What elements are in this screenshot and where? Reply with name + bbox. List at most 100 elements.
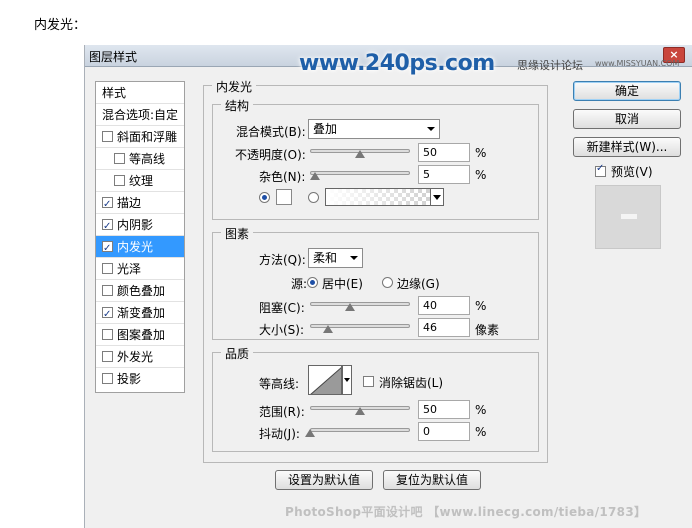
glow-color-swatch[interactable] xyxy=(276,189,292,205)
opacity-unit: % xyxy=(475,146,487,160)
checkbox[interactable] xyxy=(102,285,113,296)
style-item-inner-shadow[interactable]: 内阴影 xyxy=(96,214,184,238)
elements-group: 图素 方法(Q): 柔和 源: 居中(E) 边缘(G) 阻塞(C): 40 % … xyxy=(212,225,539,340)
contour-label: 等高线: xyxy=(259,377,300,391)
size-unit: 像素 xyxy=(475,323,500,337)
size-input[interactable]: 46 xyxy=(418,318,470,337)
choke-unit: % xyxy=(475,299,487,313)
gradient-preview[interactable] xyxy=(325,188,443,206)
inner-glow-group: 内发光 结构 混合模式(B): 叠加 不透明度(O): 50 % 杂色(N): … xyxy=(203,78,548,463)
checkbox[interactable] xyxy=(102,131,113,142)
make-default-button[interactable]: 设置为默认值 xyxy=(275,470,373,490)
source-edge-label: 边缘(G) xyxy=(397,277,440,291)
cancel-button[interactable]: 取消 xyxy=(573,109,681,129)
checkbox[interactable] xyxy=(102,263,113,274)
blending-options[interactable]: 混合选项:自定 xyxy=(96,104,184,126)
style-item-contour[interactable]: 等高线 xyxy=(96,148,184,170)
panel-title: 内发光 xyxy=(212,78,257,95)
styles-list: 样式 混合选项:自定 斜面和浮雕 等高线 纹理 描边 内阴影 内发光 光泽 颜色… xyxy=(95,81,185,393)
styles-header[interactable]: 样式 xyxy=(96,82,184,104)
style-item-color-overlay[interactable]: 颜色叠加 xyxy=(96,280,184,302)
preview-label: 预览(V) xyxy=(611,165,653,179)
reset-default-button[interactable]: 复位为默认值 xyxy=(383,470,481,490)
inner-glow-panel: 内发光 结构 混合模式(B): 叠加 不透明度(O): 50 % 杂色(N): … xyxy=(203,77,548,463)
gradient-dropdown[interactable] xyxy=(430,188,444,206)
checkbox[interactable] xyxy=(102,238,113,260)
technique-select[interactable]: 柔和 xyxy=(308,248,363,268)
range-unit: % xyxy=(475,403,487,417)
blend-mode-label: 混合模式(B): xyxy=(236,125,306,139)
layer-style-dialog: 图层样式 × www.240ps.com 思缘设计论坛 www.MISSYUAN… xyxy=(84,45,692,528)
style-item-inner-glow[interactable]: 内发光 xyxy=(96,236,184,260)
checkbox[interactable] xyxy=(102,194,113,216)
contour-preview[interactable] xyxy=(308,365,342,395)
noise-unit: % xyxy=(475,168,487,182)
checkbox[interactable] xyxy=(102,216,113,238)
range-input[interactable]: 50 xyxy=(418,400,470,419)
source-center-label: 居中(E) xyxy=(322,277,363,291)
opacity-label: 不透明度(O): xyxy=(235,148,306,162)
opacity-slider[interactable] xyxy=(310,146,410,158)
style-item-pattern-overlay[interactable]: 图案叠加 xyxy=(96,324,184,346)
corner-watermark: 思缘设计论坛 xyxy=(517,59,583,72)
antialias-checkbox[interactable] xyxy=(363,376,374,387)
blend-mode-select[interactable]: 叠加 xyxy=(308,119,440,139)
slider-thumb[interactable] xyxy=(305,429,315,437)
checkbox[interactable] xyxy=(102,304,113,326)
ok-button[interactable]: 确定 xyxy=(573,81,681,101)
new-style-button[interactable]: 新建样式(W)... xyxy=(573,137,681,157)
corner-watermark-url: www.MISSYUAN.COM xyxy=(595,59,680,68)
checkbox[interactable] xyxy=(114,153,125,164)
noise-slider[interactable] xyxy=(310,168,410,180)
elements-legend: 图素 xyxy=(221,225,254,242)
slider-thumb[interactable] xyxy=(355,150,365,158)
contour-dropdown[interactable] xyxy=(342,365,352,395)
noise-label: 杂色(N): xyxy=(259,170,306,184)
slider-thumb[interactable] xyxy=(323,325,333,333)
jitter-label: 抖动(J): xyxy=(259,427,300,441)
slider-thumb[interactable] xyxy=(355,407,365,415)
checkbox[interactable] xyxy=(102,329,113,340)
contour-curve-icon xyxy=(310,367,341,394)
opacity-input[interactable]: 50 xyxy=(418,143,470,162)
checkbox[interactable] xyxy=(114,175,125,186)
source-center-radio[interactable] xyxy=(307,277,318,288)
checkbox[interactable] xyxy=(102,373,113,384)
structure-group: 结构 混合模式(B): 叠加 不透明度(O): 50 % 杂色(N): 5 % xyxy=(212,97,539,220)
slider-thumb[interactable] xyxy=(345,303,355,311)
style-item-outer-glow[interactable]: 外发光 xyxy=(96,346,184,368)
jitter-input[interactable]: 0 xyxy=(418,422,470,441)
style-item-satin[interactable]: 光泽 xyxy=(96,258,184,280)
style-item-gradient-overlay[interactable]: 渐变叠加 xyxy=(96,302,184,326)
style-preview-thumbnail xyxy=(595,185,661,249)
jitter-slider[interactable] xyxy=(305,425,410,437)
antialias-label: 消除锯齿(L) xyxy=(379,376,444,390)
site-watermark: www.240ps.com xyxy=(299,51,495,76)
style-item-bevel[interactable]: 斜面和浮雕 xyxy=(96,126,184,148)
quality-legend: 品质 xyxy=(221,345,254,362)
chevron-down-icon xyxy=(427,127,435,131)
technique-label: 方法(Q): xyxy=(259,253,306,267)
source-edge-radio[interactable] xyxy=(382,277,393,288)
quality-group: 品质 等高线: 消除锯齿(L) 范围(R): 50 % 抖动(J): 0 % xyxy=(212,345,539,452)
checkbox[interactable] xyxy=(102,351,113,362)
style-item-stroke[interactable]: 描边 xyxy=(96,192,184,216)
size-label: 大小(S): xyxy=(259,323,305,337)
choke-label: 阻塞(C): xyxy=(259,301,305,315)
page-heading: 内发光： xyxy=(34,18,87,33)
preview-checkbox[interactable] xyxy=(595,163,606,177)
jitter-unit: % xyxy=(475,425,487,439)
gradient-radio[interactable] xyxy=(308,192,319,203)
size-slider[interactable] xyxy=(310,321,410,333)
structure-legend: 结构 xyxy=(221,97,254,114)
color-radio[interactable] xyxy=(259,192,270,203)
range-label: 范围(R): xyxy=(259,405,305,419)
footer-watermark: PhotoShop平面设计吧 【www.linecg.com/tieba/178… xyxy=(285,505,647,519)
slider-thumb[interactable] xyxy=(310,172,320,180)
style-item-texture[interactable]: 纹理 xyxy=(96,170,184,192)
style-item-drop-shadow[interactable]: 投影 xyxy=(96,368,184,390)
choke-input[interactable]: 40 xyxy=(418,296,470,315)
noise-input[interactable]: 5 xyxy=(418,165,470,184)
choke-slider[interactable] xyxy=(310,299,410,311)
range-slider[interactable] xyxy=(310,403,410,415)
